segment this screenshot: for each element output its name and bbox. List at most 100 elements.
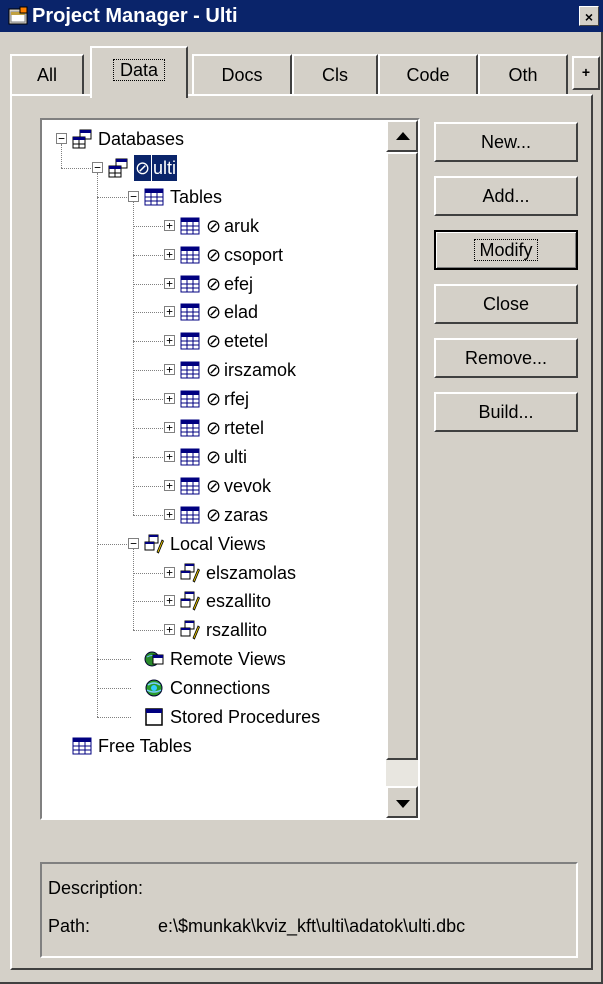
description-box: Description: Path: e:\$munkak\kviz_kft\u… (40, 862, 578, 958)
tree-item[interactable]: − Databases (42, 126, 386, 152)
tab-data[interactable]: Data (90, 46, 188, 98)
tree-item[interactable]: + elszamolas (42, 560, 386, 586)
tab-other[interactable]: Oth (478, 54, 568, 94)
title-bar[interactable]: Project Manager - Ulti × (0, 0, 603, 32)
table-icon (180, 245, 200, 265)
remove-button[interactable]: Remove... (434, 338, 578, 378)
tree-item[interactable]: + ⊘ rfej (42, 386, 386, 412)
project-tree[interactable]: − Databases − ⊘ ulti − Tables + ⊘ aruk + ⊘ csoport + ⊘… (40, 118, 420, 820)
tree-item[interactable]: Remote Views (42, 646, 386, 672)
table-icon (180, 274, 200, 294)
tree-item-label: csoport (224, 244, 284, 265)
path-label: Path: (48, 916, 91, 936)
tree-item-label: Stored Procedures (170, 707, 321, 727)
tree-item[interactable]: − Tables (42, 184, 386, 210)
tree-item[interactable]: + ⊘ csoport (42, 242, 386, 268)
expand-icon[interactable]: + (164, 422, 175, 433)
collapse-icon[interactable]: − (128, 190, 139, 202)
tab-all[interactable]: All (10, 54, 84, 94)
tree-item[interactable]: + ⊘ aruk (42, 213, 386, 239)
scroll-down-button[interactable] (386, 786, 418, 818)
expand-icon[interactable]: + (164, 219, 175, 231)
window-close-button[interactable]: × (579, 6, 599, 26)
tree-item[interactable]: + ⊘ irszamok (42, 357, 386, 383)
stored-procedures-icon (144, 707, 164, 727)
local-view-icon (180, 620, 200, 640)
tab-data-label: Data (112, 59, 166, 81)
modify-button[interactable]: Modify (434, 230, 578, 270)
tree-scrollbar[interactable] (386, 120, 418, 818)
excluded-marker: ⊘ (206, 273, 222, 294)
table-icon (180, 360, 200, 380)
tree-item-label: Free Tables (98, 735, 192, 756)
tree-item[interactable]: + ⊘ rtetel (42, 415, 386, 441)
tree-item[interactable]: + rszallito (42, 617, 386, 643)
tab-docs[interactable]: Docs (192, 54, 292, 94)
tab-cls[interactable]: Cls (292, 54, 378, 94)
tree-item-label: rszallito (206, 620, 268, 641)
expand-icon[interactable]: + (164, 624, 175, 636)
description-label: Description: (48, 878, 144, 898)
tab-code-label: Code (406, 65, 450, 85)
tree-item-label: eszallito (206, 591, 272, 612)
tab-code[interactable]: Code (378, 54, 478, 94)
collapse-icon[interactable]: − (56, 133, 67, 144)
tree-item-label: Remote Views (170, 649, 286, 670)
database-icon (108, 158, 128, 178)
new-button-label: New... (480, 132, 532, 152)
tree-item[interactable]: Connections (42, 675, 386, 701)
project-manager-window: Project Manager - Ulti × All Data Docs C… (0, 0, 603, 984)
excluded-marker: ⊘ (206, 418, 222, 438)
tree-item-label: vevok (224, 475, 272, 496)
expand-icon[interactable]: + (164, 248, 175, 260)
tree-item-label: rfej (224, 389, 250, 410)
tree-item[interactable]: − Local Views (42, 531, 386, 557)
tree-item-label: Tables (170, 186, 223, 207)
tree-item-label: elszamolas (206, 562, 297, 583)
tree-item-label: etetel (224, 331, 269, 352)
expand-icon[interactable]: + (164, 364, 175, 376)
expand-icon[interactable]: + (164, 335, 175, 347)
tree-item[interactable]: + ⊘ zaras (42, 502, 386, 528)
expand-icon[interactable]: + (164, 393, 175, 405)
excluded-marker: ⊘ (206, 244, 222, 265)
new-button[interactable]: New... (434, 122, 578, 162)
expand-icon[interactable]: + (164, 508, 175, 520)
tree-item[interactable]: + ⊘ vevok (42, 473, 386, 499)
expand-icon[interactable]: + (164, 306, 175, 318)
tree-item[interactable]: − ⊘ ulti (42, 154, 386, 181)
add-button[interactable]: Add... (434, 176, 578, 216)
expand-icon[interactable]: + (164, 566, 175, 578)
tree-item-label: Databases (98, 129, 185, 149)
tree-item[interactable]: Stored Procedures (42, 704, 386, 730)
collapse-icon[interactable]: − (128, 537, 139, 549)
close-button[interactable]: Close (434, 284, 578, 324)
table-icon (180, 216, 200, 236)
tree-item[interactable]: + ⊘ ulti (42, 444, 386, 470)
tree-item[interactable]: + ⊘ efej (42, 271, 386, 297)
expand-icon[interactable]: + (164, 450, 175, 462)
tree-item[interactable]: Free Tables (42, 733, 386, 759)
tree-item[interactable]: + eszallito (42, 588, 386, 614)
excluded-marker: ⊘ (206, 331, 222, 352)
excluded-marker: ⊘ (206, 446, 222, 467)
table-icon (180, 447, 200, 467)
scroll-up-button[interactable] (386, 120, 418, 152)
tree-item-label: zaras (224, 504, 269, 525)
excluded-marker: ⊘ (206, 215, 222, 236)
collapse-icon[interactable]: − (92, 161, 103, 173)
tree-item-label: irszamok (224, 360, 297, 381)
expand-icon[interactable]: + (164, 277, 175, 289)
tree-item[interactable]: + ⊘ etetel (42, 328, 386, 354)
excluded-marker: ⊘ (206, 389, 222, 410)
expand-icon[interactable]: + (164, 595, 175, 607)
expand-icon[interactable]: + (164, 479, 175, 491)
build-button[interactable]: Build... (434, 392, 578, 432)
tab-other-label: Oth (508, 65, 538, 85)
database-icon (72, 129, 92, 149)
excluded-marker: ⊘ (206, 504, 222, 525)
tree-item[interactable]: + ⊘ elad (42, 299, 386, 325)
scroll-thumb[interactable] (386, 152, 418, 760)
tab-scroll-button[interactable]: + (572, 56, 600, 90)
tab-all-label: All (36, 65, 57, 85)
